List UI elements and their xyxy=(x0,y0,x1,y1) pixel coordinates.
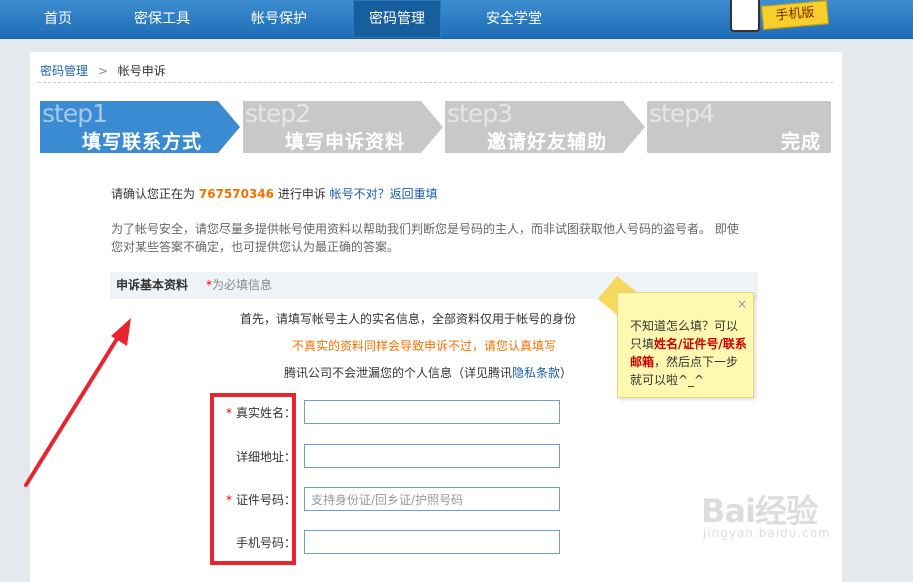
mobile-version-label: 手机版 xyxy=(761,0,829,30)
step-1: step1 填写联系方式 xyxy=(40,99,240,153)
confirm-suffix: 进行申诉 xyxy=(277,187,326,201)
nav-item-password-management[interactable]: 密码管理 xyxy=(353,0,441,38)
info-real-name: 首先，请填写帐号主人的实名信息，全部资料仅用于帐号的身份 xyxy=(240,312,577,326)
breadcrumb-divider xyxy=(38,82,833,83)
step-2-label: 填写申诉资料 xyxy=(285,131,406,153)
info-warning: 不真实的资料同样会导致申诉不过，请您认真填写 xyxy=(292,339,557,353)
annotation-red-box xyxy=(210,393,296,565)
step-3: step3 邀请好友辅助 xyxy=(445,99,645,153)
id-number-input[interactable]: 支持身份证/回乡证/护照号码 xyxy=(304,487,560,511)
step-1-label: 填写联系方式 xyxy=(82,131,203,153)
step-1-number: step1 xyxy=(42,99,108,128)
qq-number: 767570346 xyxy=(198,187,274,201)
tooltip-close-icon[interactable]: × xyxy=(737,297,747,311)
step-3-label: 邀请好友辅助 xyxy=(487,131,608,153)
confirm-account-line: 请确认您正在为 767570346 进行申诉 帐号不对？返回重填 xyxy=(111,185,438,202)
mobile-version-badge[interactable]: 手机版 xyxy=(716,0,829,32)
info-privacy: 腾讯公司不会泄漏您的个人信息（详见腾讯隐私条款） xyxy=(284,364,572,381)
step-2-number: step2 xyxy=(245,99,311,128)
breadcrumb: 密码管理 > 帐号申诉 xyxy=(40,62,166,79)
phone-icon xyxy=(730,0,760,32)
baidu-watermark: Bai经验 jingyan.baidu.com xyxy=(697,488,897,548)
required-text: 为必填信息 xyxy=(212,278,273,292)
required-note: *为必填信息 xyxy=(206,272,272,299)
real-name-input[interactable] xyxy=(304,400,560,424)
nav-item-home[interactable]: 首页 xyxy=(16,0,100,38)
breadcrumb-separator: > xyxy=(97,64,108,78)
info-privacy-prefix: 腾讯公司不会泄漏您的个人信息（详见腾讯 xyxy=(284,366,513,380)
watermark-url: jingyan.baidu.com xyxy=(703,526,831,540)
security-notice: 为了帐号安全，请您尽量多提供帐号使用资料以帮助我们判断您是号码的主人，而非试图获… xyxy=(111,222,739,254)
info-privacy-suffix: ） xyxy=(560,366,573,380)
confirm-prefix: 请确认您正在为 xyxy=(111,187,196,201)
wrong-account-link[interactable]: 帐号不对？返回重填 xyxy=(330,187,438,201)
step-4-label: 完成 xyxy=(781,131,822,153)
privacy-policy-link[interactable]: 隐私条款 xyxy=(512,366,560,380)
step-2: step2 填写申诉资料 xyxy=(243,99,443,153)
step-3-number: step3 xyxy=(447,99,513,128)
top-navbar: 首页 密保工具 帐号保护 密码管理 安全学堂 手机版 xyxy=(0,0,913,39)
section-title: 申诉基本资料 xyxy=(116,278,189,292)
nav-item-account-protection[interactable]: 帐号保护 xyxy=(235,0,323,38)
breadcrumb-parent-link[interactable]: 密码管理 xyxy=(40,64,88,78)
nav-item-security-school[interactable]: 安全学堂 xyxy=(470,0,558,38)
step-4-number: step4 xyxy=(649,99,715,128)
help-tooltip: × 不知道怎么填？可以只填姓名/证件号/联系邮箱，然后点下一步就可以啦^_^ xyxy=(617,292,754,398)
tooltip-text: 不知道怎么填？可以只填姓名/证件号/联系邮箱，然后点下一步就可以啦^_^ xyxy=(630,317,748,389)
breadcrumb-current: 帐号申诉 xyxy=(117,64,166,78)
phone-input[interactable] xyxy=(304,530,560,554)
address-input[interactable] xyxy=(304,444,560,468)
nav-item-security-tools[interactable]: 密保工具 xyxy=(118,0,206,38)
step-4: step4 完成 xyxy=(647,99,831,153)
